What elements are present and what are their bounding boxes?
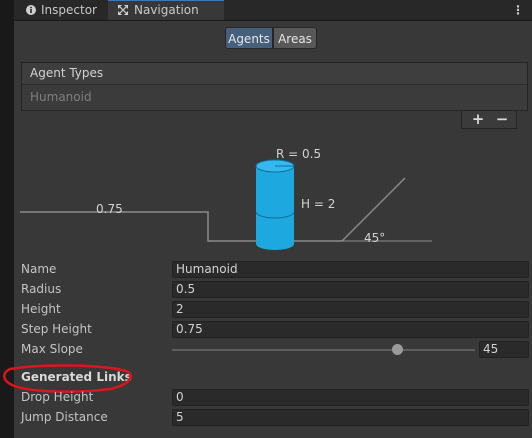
tab-inspector-label: Inspector: [41, 3, 97, 17]
step-height-field[interactable]: 0.75: [172, 321, 529, 338]
agent-types-title: Agent Types: [30, 66, 104, 80]
step-height-label: 0.75: [96, 202, 123, 216]
agent-cylinder: [255, 159, 295, 250]
red-annotation-circle: [3, 364, 132, 393]
jump-distance-field[interactable]: 5: [172, 409, 529, 426]
agent-type-item[interactable]: Humanoid: [30, 90, 92, 104]
tab-inspector[interactable]: Inspector: [14, 0, 106, 20]
agents-toggle-button[interactable]: Agents: [225, 27, 273, 49]
list-add-remove-controls: + −: [461, 110, 517, 129]
agent-types-header: Agent Types: [22, 63, 527, 85]
drop-height-field[interactable]: 0: [172, 389, 529, 406]
max-slope-label: 45°: [364, 231, 385, 245]
jump-distance-label: Jump Distance: [21, 410, 108, 424]
drop-height-label: Drop Height: [21, 390, 94, 404]
max-slope-field[interactable]: 45: [479, 341, 529, 358]
max-slope-label-text: Max Slope: [21, 342, 83, 356]
radius-label-text: Radius: [21, 282, 62, 296]
agent-types-list: Agent Types Humanoid: [21, 62, 528, 111]
agent-diagram: R = 0.5 H = 2 0.75 45°: [20, 147, 432, 250]
name-label: Name: [21, 262, 57, 276]
height-label: H = 2: [301, 197, 335, 211]
more-options-icon[interactable]: ⋮: [512, 0, 524, 20]
radius-label: R = 0.5: [276, 147, 321, 161]
info-icon: [26, 5, 36, 15]
remove-agent-type-button[interactable]: −: [492, 110, 512, 128]
max-slope-slider-track[interactable]: [172, 349, 475, 351]
name-field[interactable]: Humanoid: [172, 261, 529, 278]
height-field[interactable]: 2: [172, 301, 529, 318]
height-label-text: Height: [21, 302, 61, 316]
radius-field[interactable]: 0.5: [172, 281, 529, 298]
max-slope-slider-thumb[interactable]: [392, 344, 403, 355]
areas-toggle-button[interactable]: Areas: [273, 27, 317, 49]
navigation-icon: [118, 5, 128, 15]
tab-navigation-label: Navigation: [134, 3, 199, 17]
step-height-label-text: Step Height: [21, 322, 92, 336]
tab-navigation[interactable]: Navigation: [108, 0, 224, 20]
ground-outline: [20, 177, 406, 242]
tab-bar: Inspector Navigation ⋮: [14, 0, 532, 21]
add-agent-type-button[interactable]: +: [468, 110, 488, 128]
